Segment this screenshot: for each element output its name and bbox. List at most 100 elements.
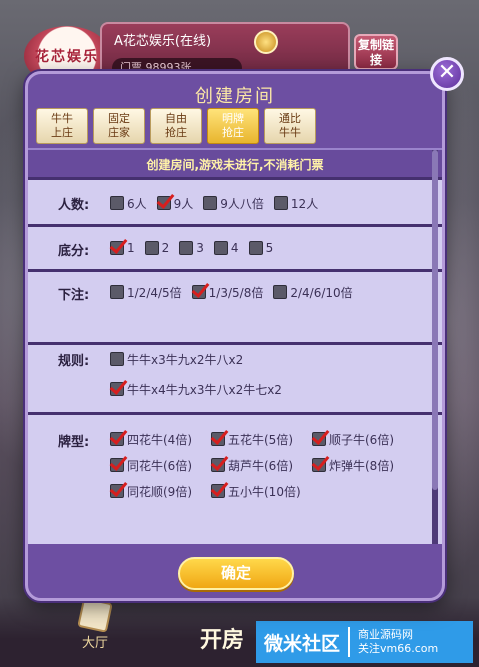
card-types-row: 牌型: 四花牛(4倍) 五花牛(5倍) 顺子牛(6倍) 同花牛(6倍) 葫芦牛(6倍) 炸… <box>28 415 442 544</box>
tab-free-grab-banker[interactable]: 自由 抢庄 <box>150 108 202 144</box>
players-row: 人数: 6人 9人 9人八倍 12人 <box>28 180 442 227</box>
option-cardtypes[interactable]: 顺子牛(6倍) <box>312 428 407 450</box>
option-players[interactable]: 6人 <box>110 192 147 214</box>
option-bet[interactable]: 2/4/6/10倍 <box>273 281 353 303</box>
tab-label-line1: 自由 <box>165 112 187 125</box>
hall-button[interactable]: 大厅 <box>70 597 120 651</box>
checkbox-icon[interactable] <box>110 285 124 299</box>
close-icon[interactable]: ✕ <box>430 57 464 91</box>
tab-open-card-grab-banker[interactable]: 明牌 抢庄 <box>207 108 259 144</box>
option-players[interactable]: 9人 <box>156 192 193 214</box>
checkbox-checked-icon[interactable] <box>110 241 124 255</box>
option-base[interactable]: 2 <box>144 237 170 259</box>
rules-row: 规则: 牛牛x3牛九x2牛八x2 牛牛x4牛九x3牛八x2牛七x2 <box>28 345 442 415</box>
option-label: 2/4/6/10倍 <box>290 285 353 300</box>
option-players[interactable]: 9人八倍 <box>203 192 264 214</box>
checkbox-checked-icon[interactable] <box>211 432 225 446</box>
checkbox-checked-icon[interactable] <box>156 196 171 210</box>
option-label: 顺子牛(6倍) <box>329 432 394 447</box>
option-bet[interactable]: 1/3/5/8倍 <box>191 281 263 303</box>
notice-banner: 创建房间,游戏未进行,不消耗门票 <box>28 150 442 180</box>
hall-label: 大厅 <box>81 636 108 651</box>
checkbox-checked-icon[interactable] <box>110 382 124 396</box>
checkbox-checked-icon[interactable] <box>211 484 225 498</box>
option-label: 12人 <box>290 196 319 211</box>
copy-link-button[interactable]: 复制链接 <box>354 34 398 70</box>
tab-label-line1: 固定 <box>108 112 130 125</box>
watermark-divider <box>348 627 351 657</box>
checkbox-icon[interactable] <box>179 241 194 255</box>
watermark-line2: 关注vm66.com <box>358 642 439 655</box>
lobby-title: A花芯娱乐(在线) <box>114 34 212 49</box>
option-label: 6人 <box>127 196 147 211</box>
option-label: 同花顺(9倍) <box>127 484 192 499</box>
bet-label: 下注: <box>58 288 90 303</box>
checkbox-checked-icon[interactable] <box>110 484 124 498</box>
checkbox-icon[interactable] <box>273 285 288 299</box>
checkbox-checked-icon[interactable] <box>312 458 326 472</box>
tab-label-line1: 牛牛 <box>51 112 73 125</box>
checkbox-icon[interactable] <box>248 241 263 255</box>
option-bet[interactable]: 1/2/4/5倍 <box>110 281 182 303</box>
option-label: 炸弹牛(8倍) <box>329 458 394 473</box>
base-score-row: 底分: 1 2 3 4 5 <box>28 227 442 272</box>
option-cardtypes[interactable]: 五花牛(5倍) <box>211 428 306 450</box>
option-label: 5 <box>265 241 274 255</box>
option-cardtypes[interactable]: 同花牛(6倍) <box>110 454 205 476</box>
players-label: 人数: <box>58 198 90 213</box>
scrollbar-thumb[interactable] <box>432 150 438 490</box>
checkbox-checked-icon[interactable] <box>211 458 225 472</box>
option-base[interactable]: 5 <box>248 237 274 259</box>
option-label: 葫芦牛(6倍) <box>228 458 293 473</box>
option-cardtypes[interactable]: 五小牛(10倍) <box>211 480 306 502</box>
option-players[interactable]: 12人 <box>273 192 319 214</box>
tab-tongbi-niuniu[interactable]: 通比 牛牛 <box>264 108 316 144</box>
option-base[interactable]: 1 <box>110 237 135 259</box>
checkbox-icon[interactable] <box>144 241 159 255</box>
option-label: 牛牛x3牛九x2牛八x2 <box>127 352 244 367</box>
tab-label-line1: 通比 <box>279 112 301 125</box>
checkbox-icon[interactable] <box>110 196 124 210</box>
option-rules[interactable]: 牛牛x3牛九x2牛八x2 <box>110 348 320 370</box>
tab-niuniu-shangzhuang[interactable]: 牛牛 上庄 <box>36 108 88 144</box>
options-panel: 创建房间,游戏未进行,不消耗门票 人数: 6人 9人 9人八倍 12人 底分: 1 2 3… <box>28 148 442 544</box>
medal-icon <box>254 30 278 54</box>
dialog-title: 创建房间 <box>195 86 275 107</box>
checkbox-icon[interactable] <box>213 241 228 255</box>
tab-label-line1: 明牌 <box>222 112 244 125</box>
option-label: 同花牛(6倍) <box>127 458 192 473</box>
confirm-button[interactable]: 确定 <box>178 557 294 590</box>
option-label: 1/2/4/5倍 <box>127 285 182 300</box>
checkbox-checked-icon[interactable] <box>110 432 124 446</box>
checkbox-icon[interactable] <box>110 352 124 366</box>
option-label: 四花牛(4倍) <box>127 432 192 447</box>
option-cardtypes[interactable]: 葫芦牛(6倍) <box>211 454 306 476</box>
option-base[interactable]: 3 <box>179 237 204 259</box>
tab-label-line2: 庄家 <box>108 126 130 139</box>
option-base[interactable]: 4 <box>213 237 239 259</box>
checkbox-checked-icon[interactable] <box>110 458 124 472</box>
watermark-line1: 商业源码网 <box>358 628 414 641</box>
option-cardtypes[interactable]: 四花牛(4倍) <box>110 428 205 450</box>
create-room-dialog: 创建房间 ✕ 牛牛 上庄 固定 庄家 自由 抢庄 明牌 抢庄 通比 牛牛 创建房… <box>25 57 464 601</box>
open-room-button[interactable]: 开房 <box>200 622 244 654</box>
tab-label-line2: 抢庄 <box>165 126 187 139</box>
option-rules[interactable]: 牛牛x4牛九x3牛八x2牛七x2 <box>110 378 320 400</box>
checkbox-checked-icon[interactable] <box>191 285 206 299</box>
option-label: 1 <box>127 241 135 255</box>
checkbox-checked-icon[interactable] <box>312 432 326 446</box>
tab-label-line2: 上庄 <box>51 126 73 139</box>
checkbox-icon[interactable] <box>273 196 288 210</box>
option-cardtypes[interactable]: 炸弹牛(8倍) <box>312 454 407 476</box>
option-label: 9人八倍 <box>220 196 264 211</box>
option-label: 五小牛(10倍) <box>228 484 301 499</box>
option-cardtypes[interactable]: 同花顺(9倍) <box>110 480 205 502</box>
club-logo-text: 花芯娱乐 <box>35 49 99 65</box>
base-score-label: 底分: <box>58 244 90 259</box>
watermark-main: 微米社区 <box>264 632 341 655</box>
option-label: 2 <box>161 241 170 255</box>
option-label: 3 <box>196 241 204 255</box>
tab-label-line2: 牛牛 <box>279 126 301 139</box>
checkbox-icon[interactable] <box>203 196 218 210</box>
tab-fixed-banker[interactable]: 固定 庄家 <box>93 108 145 144</box>
